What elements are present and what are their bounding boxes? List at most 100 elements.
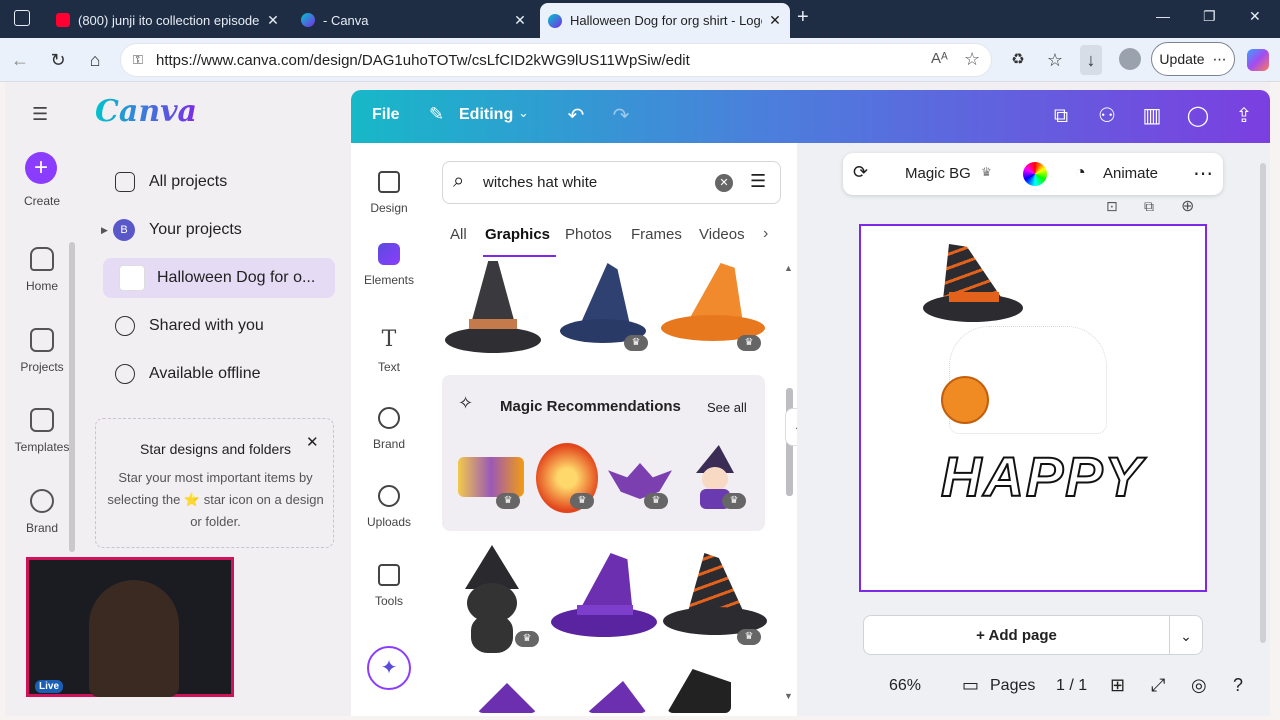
update-button[interactable]: Update ⋯ <box>1151 42 1235 76</box>
fullscreen-icon[interactable]: ⤢ <box>1151 675 1165 696</box>
share-upload-icon[interactable]: ⇪ <box>1232 104 1256 128</box>
rail-tools[interactable]: Tools <box>351 564 427 608</box>
extensions-icon[interactable]: ♻ <box>1007 50 1029 70</box>
graphic-halloween-characters[interactable] <box>458 457 524 497</box>
graphic-witch-hat-partial[interactable] <box>587 681 647 713</box>
canva-logo[interactable]: Canva <box>95 94 197 129</box>
tab-photos[interactable]: Photos <box>565 226 612 243</box>
scroll-down-icon[interactable]: ▼ <box>784 691 793 701</box>
tabs-scroll-right-icon[interactable]: › <box>763 225 768 243</box>
design-page[interactable]: HAPPY <box>859 224 1207 592</box>
copilot-icon[interactable] <box>1247 49 1269 71</box>
close-tab-icon[interactable]: ✕ <box>513 12 527 29</box>
graphic-witch-hat-striped[interactable]: ♛ <box>663 553 767 645</box>
undo-icon[interactable]: ↶ <box>564 104 588 128</box>
see-all-link[interactable]: See all <box>707 400 747 415</box>
add-comment-icon[interactable]: ⟳ <box>853 162 868 183</box>
more-options-icon[interactable]: ⋯ <box>1193 161 1213 186</box>
tab-videos[interactable]: Videos <box>699 226 745 243</box>
graphic-black-cat-witch[interactable]: ♛ <box>457 545 539 653</box>
rail-text[interactable]: T Text <box>351 327 427 374</box>
resize-icon[interactable]: ⧉ <box>1049 104 1073 128</box>
tab-frames[interactable]: Frames <box>631 226 682 243</box>
grid-view-icon[interactable]: ⊞ <box>1110 675 1125 696</box>
refresh-icon[interactable]: ↻ <box>47 50 69 70</box>
graphic-witch-hat-starry[interactable]: ♛ <box>560 263 648 353</box>
graphic-witch-silhouette[interactable] <box>667 669 731 713</box>
sidebar-item-all-projects[interactable]: All projects <box>103 162 335 202</box>
pages-button[interactable]: Pages <box>990 677 1035 695</box>
create-button[interactable]: + <box>25 152 57 184</box>
close-window-icon[interactable]: ✕ <box>1249 8 1261 25</box>
witch-hat-graphic[interactable] <box>923 244 1023 326</box>
profile-avatar[interactable] <box>1119 48 1141 70</box>
address-bar[interactable]: ⚿ https://www.canva.com/design/DAG1uhoTO… <box>120 43 992 77</box>
collapse-menu-icon[interactable]: ☰ <box>32 104 48 125</box>
scroll-up-icon[interactable]: ▲ <box>784 263 793 273</box>
read-aloud-icon[interactable]: Aᴬ <box>931 50 948 67</box>
tab-actions-icon[interactable] <box>14 10 30 26</box>
rail-projects[interactable]: Projects <box>5 328 79 374</box>
close-tab-icon[interactable]: ✕ <box>266 12 280 29</box>
filter-sliders-icon[interactable]: ☰ <box>750 171 766 192</box>
help-icon[interactable]: ? <box>1233 675 1243 696</box>
minimize-icon[interactable]: — <box>1156 8 1170 24</box>
file-menu[interactable]: File <box>372 106 400 124</box>
editing-menu[interactable]: Editing <box>459 106 513 124</box>
tab-graphics[interactable]: Graphics <box>485 226 550 243</box>
duplicate-page-icon[interactable]: ⧉ <box>1144 198 1154 215</box>
comment-icon[interactable]: ◯ <box>1186 104 1210 128</box>
rail-templates[interactable]: Templates <box>5 408 79 454</box>
add-page-options-chevron-icon[interactable]: ⌄ <box>1169 615 1203 655</box>
graphic-witch-hat-purple[interactable] <box>551 553 657 643</box>
canvas-scrollbar[interactable] <box>1260 163 1266 643</box>
graphic-witch-hat-orange[interactable]: ♛ <box>661 263 765 353</box>
favorite-star-icon[interactable]: ☆ <box>964 49 980 70</box>
add-page-button[interactable]: + Add page <box>863 615 1170 655</box>
graphic-witch-hat-black[interactable] <box>445 261 541 357</box>
animate-button[interactable]: Animate <box>1103 165 1158 182</box>
sidebar-item-offline[interactable]: Available offline <box>103 354 335 394</box>
create-label: Create <box>23 194 61 208</box>
color-wheel-icon[interactable] <box>1023 162 1047 186</box>
close-tab-icon[interactable]: ✕ <box>768 12 782 29</box>
home-icon[interactable]: ⌂ <box>84 50 106 70</box>
favorites-icon[interactable]: ☆ <box>1044 50 1066 70</box>
redo-icon[interactable]: ↷ <box>609 104 633 128</box>
downloads-icon[interactable]: ↓ <box>1080 45 1102 75</box>
expand-caret-icon[interactable]: ▶ <box>101 225 108 236</box>
browser-tab-canva[interactable]: - Canva ✕ <box>293 6 535 34</box>
rail-elements[interactable]: Elements <box>351 243 427 287</box>
rail-brand[interactable]: Brand <box>5 489 79 535</box>
magic-bg-button[interactable]: Magic BG <box>905 165 971 182</box>
magic-assistant-icon[interactable]: ✦ <box>367 646 411 690</box>
sidebar-item-your-projects[interactable]: ▶ B Your projects <box>101 210 335 250</box>
browser-tab-halloween[interactable]: Halloween Dog for org shirt - Logo ✕ <box>540 3 790 38</box>
tab-all[interactable]: All <box>450 226 467 243</box>
scrollbar[interactable] <box>69 242 75 552</box>
zoom-level[interactable]: 66% <box>889 677 921 695</box>
lock-icon[interactable]: ⊡ <box>1106 198 1118 215</box>
add-page-icon[interactable]: ⊕ <box>1181 196 1194 216</box>
happy-text[interactable]: HAPPY <box>940 444 1144 509</box>
back-icon[interactable]: ← <box>9 50 31 70</box>
sidebar-item-current-design[interactable]: Halloween Dog for o... <box>103 258 335 298</box>
site-info-icon[interactable]: ⚿ <box>133 52 143 68</box>
rail-design[interactable]: Design <box>351 171 427 215</box>
rail-uploads[interactable]: Uploads <box>351 485 427 529</box>
new-tab-icon[interactable]: + <box>797 6 809 29</box>
check-icon[interactable]: ◎ <box>1191 675 1207 696</box>
restore-icon[interactable]: ❐ <box>1203 8 1216 25</box>
rail-home[interactable]: Home <box>5 247 79 293</box>
insights-chart-icon[interactable]: ▥ <box>1140 104 1164 128</box>
graphic-witch-hat-partial[interactable] <box>477 683 537 713</box>
pumpkin-bucket-graphic[interactable] <box>941 376 989 424</box>
share-people-icon[interactable]: ⚇ <box>1095 104 1119 128</box>
rail-brand[interactable]: Brand <box>351 407 427 451</box>
search-input[interactable]: ⌕ witches hat white ✕ ☰ <box>442 161 781 204</box>
clear-search-icon[interactable]: ✕ <box>715 174 733 192</box>
close-tip-icon[interactable]: ✕ <box>306 433 319 451</box>
chevron-down-icon[interactable]: ⌄ <box>518 105 529 121</box>
sidebar-item-shared[interactable]: Shared with you <box>103 306 335 346</box>
browser-tab-youtube[interactable]: (800) junji ito collection episode 6 ✕ <box>48 6 288 34</box>
